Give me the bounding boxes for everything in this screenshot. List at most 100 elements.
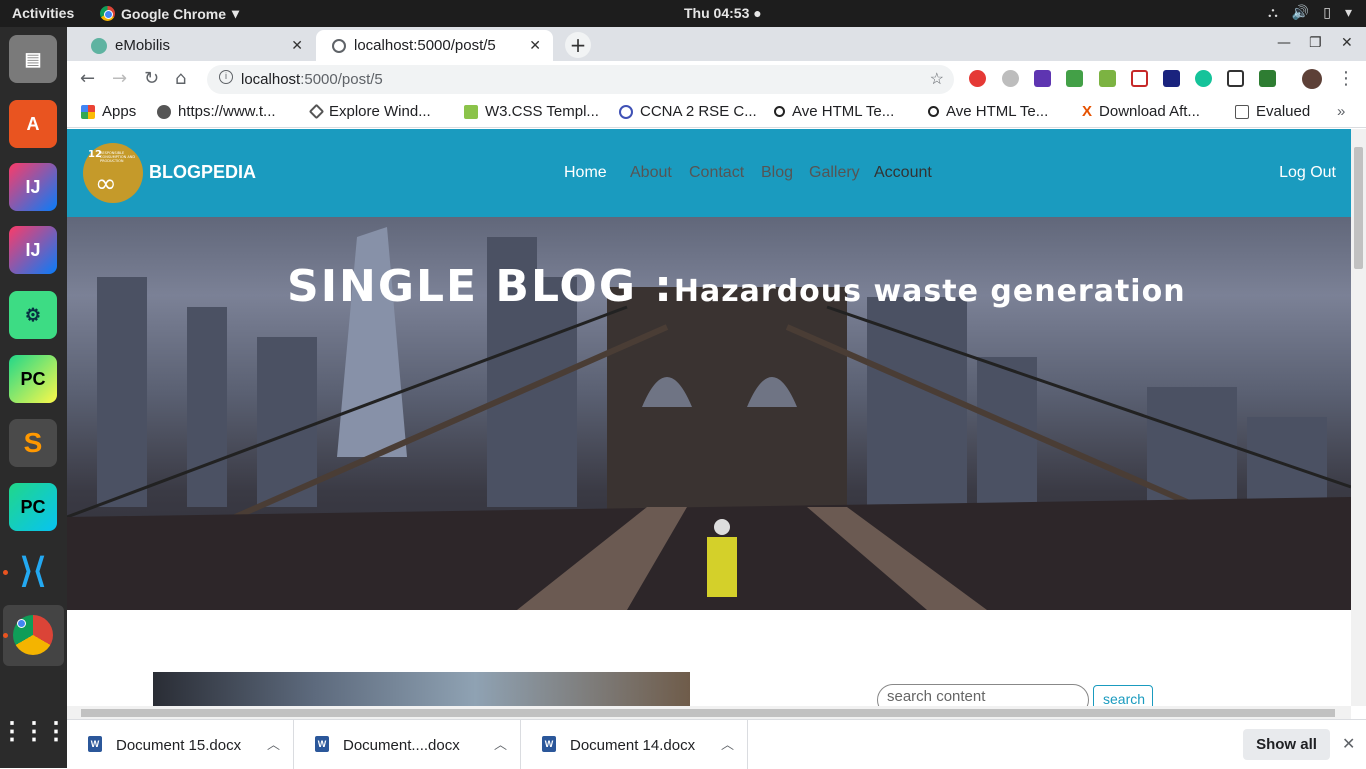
back-icon[interactable]: ←	[80, 68, 95, 89]
tab-strip: eMobilis ✕ localhost:5000/post/5 ✕ + — ❐…	[67, 27, 1366, 61]
chrome-dock-icon[interactable]	[9, 611, 57, 659]
bookmark-item[interactable]: Explore Wind...	[308, 103, 431, 120]
scroll-thumb[interactable]	[1354, 147, 1363, 269]
chevron-up-icon[interactable]: ︿	[267, 734, 280, 753]
vertical-scrollbar[interactable]	[1351, 129, 1366, 706]
word-document-icon: W	[315, 736, 329, 752]
bookmark-item[interactable]: Ave HTML Te...	[774, 103, 894, 120]
activities-button[interactable]: Activities	[12, 5, 74, 21]
downloads-bar: W Document 15.docx ︿ W Document....docx …	[67, 719, 1366, 769]
menu-icon[interactable]: ⋮	[1337, 68, 1355, 89]
nav-contact[interactable]: Contact	[689, 164, 744, 182]
close-icon[interactable]: ✕	[291, 37, 303, 54]
sublime-text-icon[interactable]: S	[9, 419, 57, 467]
running-indicator	[3, 570, 8, 575]
android-studio-icon[interactable]: ⚙	[9, 291, 57, 339]
globe-icon	[157, 104, 171, 119]
software-center-icon[interactable]: A	[9, 100, 57, 148]
maximize-icon[interactable]: ❐	[1309, 35, 1322, 51]
close-icon[interactable]: ✕	[529, 37, 541, 54]
close-icon[interactable]: ✕	[1342, 734, 1355, 754]
nav-blog[interactable]: Blog	[761, 164, 793, 182]
extension-icon[interactable]	[1227, 70, 1244, 87]
search-button[interactable]: search	[1093, 685, 1153, 706]
extension-icon[interactable]	[1002, 70, 1019, 87]
dock: ▤ A IJ IJ ⚙ PC S PC ⟩⟨ ⋮⋮⋮	[0, 27, 68, 768]
scroll-thumb[interactable]	[81, 709, 1335, 717]
url-text[interactable]: localhost:5000/post/5	[241, 71, 383, 88]
tab-title: eMobilis	[115, 37, 171, 54]
bookmark-item[interactable]: X Download Aft...	[1082, 103, 1200, 120]
logout-link[interactable]: Log Out	[1279, 164, 1336, 182]
site-navbar: 12 RESPONSIBLE CONSUMPTION AND PRODUCTIO…	[67, 129, 1351, 217]
horizontal-scrollbar[interactable]	[67, 706, 1351, 719]
bookmark-item[interactable]: Evalued	[1235, 103, 1310, 120]
download-item[interactable]: W Document....docx ︿	[294, 720, 521, 769]
app-menu[interactable]: Google Chrome ▾	[100, 5, 239, 22]
show-all-button[interactable]: Show all	[1243, 729, 1330, 760]
globe-icon	[332, 38, 346, 53]
extension-icon[interactable]	[1259, 70, 1276, 87]
extension-icon[interactable]	[1163, 70, 1180, 87]
battery-icon: ▯	[1323, 5, 1331, 21]
profile-avatar[interactable]	[1302, 69, 1322, 89]
tab-title: localhost:5000/post/5	[354, 37, 496, 54]
browser-toolbar: ← → ↻ ⌂ i localhost:5000/post/5 ☆ ⋮	[67, 61, 1366, 97]
network-icon: ⛬	[1268, 5, 1278, 21]
reload-icon[interactable]: ↻	[144, 68, 159, 89]
window-close-icon[interactable]: ✕	[1341, 35, 1353, 51]
nav-about[interactable]: About	[630, 164, 672, 182]
search-input[interactable]: search content	[877, 684, 1089, 706]
system-clock[interactable]: Thu 04:53 ●	[684, 5, 762, 21]
ring-icon	[928, 106, 939, 117]
pycharm-community-icon[interactable]: PC	[9, 483, 57, 531]
address-bar[interactable]: i localhost:5000/post/5 ☆	[207, 65, 954, 94]
nav-account[interactable]: Account	[874, 164, 932, 182]
extension-icon[interactable]	[1034, 70, 1051, 87]
adblock-icon[interactable]	[969, 70, 986, 87]
files-icon[interactable]: ▤	[9, 35, 57, 83]
bookmark-item[interactable]: https://www.t...	[157, 103, 276, 120]
site-brand[interactable]: BLOGPEDIA	[149, 162, 256, 183]
nav-home[interactable]: Home	[564, 164, 607, 182]
post-featured-image	[153, 672, 690, 706]
download-item[interactable]: W Document 15.docx ︿	[67, 720, 294, 769]
system-tray[interactable]: ⛬ 🔊 ▯ ▾	[1268, 5, 1352, 21]
more-bookmarks-icon[interactable]: »	[1337, 103, 1345, 120]
info-icon[interactable]: i	[219, 70, 233, 84]
tab-active-post[interactable]: localhost:5000/post/5 ✕	[316, 30, 553, 61]
show-applications-icon[interactable]: ⋮⋮⋮	[0, 707, 68, 755]
home-icon[interactable]: ⌂	[175, 68, 186, 89]
extension-icon[interactable]	[1099, 70, 1116, 87]
minimize-icon[interactable]: —	[1277, 35, 1291, 51]
chevron-down-icon: ▾	[232, 5, 240, 21]
bookmark-item[interactable]: CCNA 2 RSE C...	[619, 103, 757, 120]
extension-icon[interactable]	[1131, 70, 1148, 87]
chrome-icon	[100, 6, 115, 21]
chrome-icon	[13, 615, 53, 655]
bookmark-item[interactable]: Ave HTML Te...	[928, 103, 1048, 120]
chevron-up-icon[interactable]: ︿	[494, 734, 507, 753]
pycharm-icon[interactable]: PC	[9, 355, 57, 403]
volume-icon: 🔊	[1291, 5, 1310, 21]
tab-favicon-icon	[91, 37, 107, 54]
tab-emobilis[interactable]: eMobilis ✕	[75, 30, 315, 61]
intellij-icon[interactable]: IJ	[9, 163, 57, 211]
grammarly-icon[interactable]	[1195, 70, 1212, 87]
bookmark-item[interactable]: W3.CSS Templ...	[464, 103, 599, 120]
vscode-icon[interactable]: ⟩⟨	[9, 547, 57, 595]
forward-icon[interactable]: →	[112, 68, 127, 89]
bookmark-star-icon[interactable]: ☆	[930, 69, 944, 89]
sdg-logo[interactable]: 12 RESPONSIBLE CONSUMPTION AND PRODUCTIO…	[83, 143, 143, 203]
chart-icon	[1235, 104, 1249, 119]
download-item[interactable]: W Document 14.docx ︿	[521, 720, 748, 769]
bookmark-apps[interactable]: Apps	[81, 103, 136, 120]
new-tab-button[interactable]: +	[565, 32, 591, 58]
diamond-icon	[308, 103, 325, 120]
chevron-up-icon[interactable]: ︿	[721, 734, 734, 753]
intellij-icon-2[interactable]: IJ	[9, 226, 57, 274]
app-menu-label: Google Chrome	[121, 5, 227, 22]
nav-gallery[interactable]: Gallery	[809, 164, 860, 182]
running-indicator	[3, 633, 8, 638]
extension-icon[interactable]	[1066, 70, 1083, 87]
